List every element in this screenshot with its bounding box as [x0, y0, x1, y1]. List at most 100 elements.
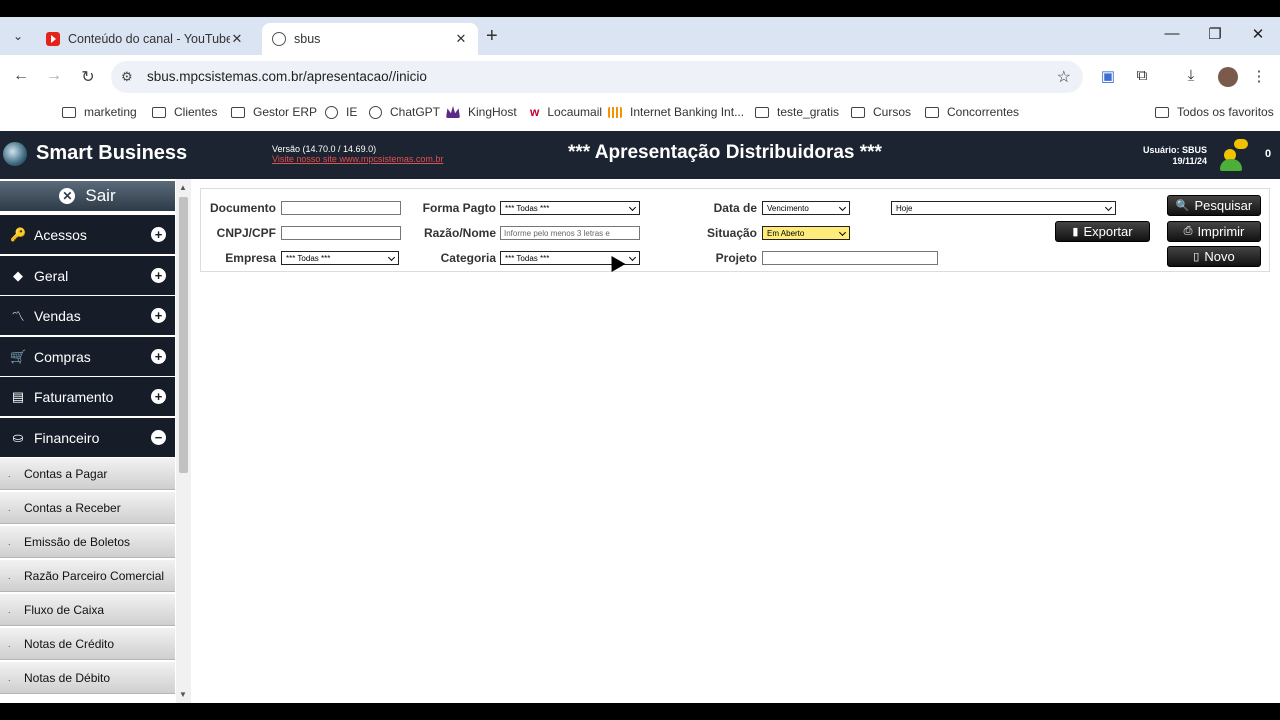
documento-input[interactable]: [281, 201, 401, 215]
sidebar-item-acessos[interactable]: 🔑 Acessos +: [0, 215, 175, 254]
puzzle-icon[interactable]: ⧉: [1132, 67, 1152, 84]
site-info-icon[interactable]: ⚙: [121, 69, 133, 85]
cnpj-input[interactable]: [281, 226, 401, 240]
sidebar-item-compras[interactable]: 🛒 Compras +: [0, 337, 175, 376]
document-icon: ▤: [11, 388, 25, 404]
bookmark-internet-banking[interactable]: Internet Banking Int...: [608, 105, 744, 119]
data-tipo-select[interactable]: Vencimento: [762, 201, 850, 215]
menu-kebab-icon[interactable]: ⋮: [1249, 67, 1269, 85]
razao-nome-label: Razão/Nome: [423, 226, 496, 240]
minimize-icon[interactable]: —: [1157, 25, 1187, 42]
submenu-notas-credito[interactable]: . Notas de Crédito: [0, 628, 175, 660]
exit-button[interactable]: ✕ Sair: [0, 181, 175, 211]
tab-sbus[interactable]: sbus ✕: [262, 23, 478, 55]
expand-icon[interactable]: +: [151, 349, 166, 364]
download-icon[interactable]: ⤓: [1181, 67, 1201, 84]
bookmark-kinghost[interactable]: KingHost: [446, 105, 517, 119]
submenu-contas-a-receber[interactable]: . Contas a Receber: [0, 492, 175, 524]
submenu-label: Notas de Crédito: [24, 636, 115, 651]
projeto-input[interactable]: [762, 251, 938, 265]
expand-icon[interactable]: +: [151, 227, 166, 242]
cube-icon: ◆: [13, 267, 23, 283]
cnpj-label: CNPJ/CPF: [216, 226, 276, 240]
url-text[interactable]: sbus.mpcsistemas.com.br/apresentacao//in…: [147, 69, 427, 84]
expand-icon[interactable]: +: [151, 389, 166, 404]
periodo-select[interactable]: Hoje: [891, 201, 1116, 215]
user-name: Usuário: SBUS: [1142, 145, 1207, 155]
all-bookmarks[interactable]: Todos os favoritos: [1155, 105, 1274, 119]
bookmark-gestor-erp[interactable]: Gestor ERP: [231, 105, 317, 119]
exit-label: Sair: [85, 186, 116, 205]
sidebar-item-financeiro[interactable]: ⛀ Financeiro −: [0, 418, 175, 457]
bookmark-teste-gratis[interactable]: teste_gratis: [755, 105, 839, 119]
bookmark-label: teste_gratis: [777, 105, 840, 119]
close-tab-icon[interactable]: ✕: [230, 31, 244, 47]
situacao-select[interactable]: Em Aberto: [762, 226, 850, 240]
imprimir-button[interactable]: ⎙ Imprimir: [1167, 221, 1261, 242]
bookmark-label: Cursos: [873, 105, 912, 119]
close-tab-icon[interactable]: ✕: [454, 31, 468, 47]
user-chat-icon[interactable]: [1220, 139, 1248, 171]
data-de-label: Data de: [713, 201, 757, 215]
profile-avatar[interactable]: [1218, 67, 1238, 87]
forward-icon[interactable]: →: [44, 67, 64, 85]
extension-icon[interactable]: ▣: [1098, 67, 1118, 85]
bookmark-clientes[interactable]: Clientes: [152, 105, 217, 119]
reload-icon[interactable]: ↻: [78, 67, 98, 87]
pesquisar-button[interactable]: 🔍 Pesquisar: [1167, 195, 1261, 216]
bookmark-ie[interactable]: IE: [325, 105, 357, 119]
submenu-label: Emissão de Boletos: [24, 534, 131, 549]
scroll-thumb[interactable]: [179, 197, 188, 473]
exportar-button[interactable]: ▮ Exportar: [1055, 221, 1150, 242]
close-window-icon[interactable]: ✕: [1243, 25, 1273, 43]
sidebar-item-label: Acessos: [34, 226, 87, 243]
sidebar-item-faturamento[interactable]: ▤ Faturamento +: [0, 377, 175, 416]
submenu-emissao-boletos[interactable]: . Emissão de Boletos: [0, 526, 175, 558]
bookmark-marketing[interactable]: marketing: [62, 105, 137, 119]
new-tab-button[interactable]: +: [486, 25, 498, 48]
bookmark-cursos[interactable]: Cursos: [851, 105, 911, 119]
empresa-select[interactable]: *** Todas ***: [281, 251, 399, 265]
restore-icon[interactable]: ❐: [1200, 25, 1230, 43]
submenu-notas-debito[interactable]: . Notas de Débito: [0, 662, 175, 694]
back-icon[interactable]: ←: [11, 67, 31, 85]
bookmark-locaumail[interactable]: w Locaumail: [530, 105, 602, 119]
tab-search-icon[interactable]: ⌄: [8, 26, 28, 46]
submenu-razao-parceiro[interactable]: . Razão Parceiro Comercial: [0, 560, 175, 592]
bookmark-chatgpt[interactable]: ChatGPT: [369, 105, 440, 119]
scroll-down-icon[interactable]: ▼: [179, 690, 187, 699]
forma-pagto-label: Forma Pagto: [422, 201, 496, 215]
filter-panel: Documento CNPJ/CPF Empresa *** Todas ***…: [200, 188, 1270, 272]
projeto-label: Projeto: [715, 251, 757, 265]
address-bar[interactable]: ⚙ sbus.mpcsistemas.com.br/apresentacao//…: [111, 61, 1083, 93]
notification-count: 0: [1265, 148, 1272, 160]
forma-pagto-select[interactable]: *** Todas ***: [500, 201, 640, 215]
browser-window: ⌄ Conteúdo do canal - YouTube S ✕ sbus ✕…: [0, 17, 1280, 703]
bookmark-star-icon[interactable]: ☆: [1057, 67, 1071, 87]
bookmark-label: Clientes: [174, 105, 218, 119]
submenu-fluxo-caixa[interactable]: . Fluxo de Caixa: [0, 594, 175, 626]
bookmark-label: Internet Banking Int...: [630, 105, 745, 119]
imprimir-label: Imprimir: [1197, 224, 1245, 239]
submenu-contas-a-pagar[interactable]: . Contas a Pagar: [0, 458, 175, 490]
razao-nome-input[interactable]: Informe pelo menos 3 letras e: [500, 226, 640, 240]
expand-icon[interactable]: +: [151, 308, 166, 323]
folder-icon: [925, 106, 939, 118]
tab-youtube[interactable]: Conteúdo do canal - YouTube S ✕: [36, 23, 254, 55]
globe-logo-icon: [3, 142, 27, 166]
money-icon: ⛀: [12, 429, 24, 445]
sidebar-item-geral[interactable]: ◆ Geral +: [0, 256, 175, 295]
sidebar-item-vendas[interactable]: 〽 Vendas +: [0, 296, 175, 335]
collapse-icon[interactable]: −: [151, 430, 166, 445]
cart-icon: 🛒: [10, 348, 27, 364]
sidebar-scrollbar[interactable]: ▲ ▼: [176, 179, 191, 703]
sidebar-item-label: Vendas: [34, 307, 81, 324]
site-link[interactable]: Visite nosso site www.mpcsistemas.com.br: [272, 154, 443, 164]
bookmark-concorrentes[interactable]: Concorrentes: [925, 105, 1019, 119]
expand-icon[interactable]: +: [151, 268, 166, 283]
submenu-label: Notas de Débito: [24, 670, 111, 685]
folder-icon: [755, 106, 769, 118]
bookmark-label: Gestor ERP: [253, 105, 318, 119]
scroll-up-icon[interactable]: ▲: [179, 183, 187, 192]
novo-button[interactable]: ▯ Novo: [1167, 246, 1261, 267]
